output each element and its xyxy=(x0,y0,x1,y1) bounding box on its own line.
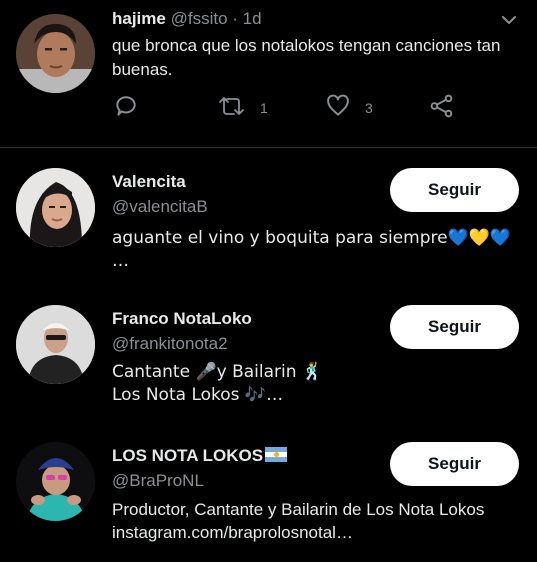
tweet-text: que bronca que los notalokos tengan canc… xyxy=(112,36,501,79)
bio-line: Los Nota Lokos 🎶… xyxy=(112,385,284,405)
timeline: hajime @fssito · 1d que bronca que los n… xyxy=(0,0,537,562)
tweet-author-handle[interactable]: @fssito xyxy=(171,9,228,28)
tweet-header: hajime @fssito · 1d xyxy=(112,9,262,29)
argentina-flag-icon xyxy=(265,447,288,462)
bio-line: aguante el vino y boquita para siempre💙💛… xyxy=(112,228,512,248)
retweet-count: 1 xyxy=(260,100,268,116)
retweet-button[interactable]: 1 xyxy=(218,94,268,122)
follow-button[interactable]: Seguir xyxy=(390,305,519,349)
share-icon xyxy=(429,93,455,124)
user-handle[interactable]: @valencitaB xyxy=(112,197,208,217)
share-button[interactable] xyxy=(429,94,455,122)
follow-button[interactable]: Seguir xyxy=(390,442,519,486)
user-handle[interactable]: @BraProNL xyxy=(112,471,204,491)
tweet-author-avatar[interactable] xyxy=(16,14,95,93)
bio-line: Productor, Cantante y Bailarin de Los No… xyxy=(112,500,485,519)
user-bio: Productor, Cantante y Bailarin de Los No… xyxy=(112,498,492,544)
user-name[interactable]: Valencita xyxy=(112,172,186,192)
bio-line: … xyxy=(112,251,129,271)
reply-button[interactable] xyxy=(113,94,153,122)
user-name[interactable]: Franco NotaLoko xyxy=(112,309,252,329)
avatar[interactable] xyxy=(16,442,95,521)
like-button[interactable]: 3 xyxy=(325,94,373,122)
like-count: 3 xyxy=(365,100,373,116)
separator-dot: · xyxy=(232,9,238,28)
user-name[interactable]: LOS NOTA LOKOS xyxy=(112,446,288,466)
tweet-actions: 1 3 xyxy=(0,94,537,122)
reply-icon xyxy=(113,93,139,124)
suggested-user[interactable]: LOS NOTA LOKOS @BraProNL Productor, Cant… xyxy=(0,422,537,559)
retweet-icon xyxy=(218,93,246,124)
tweet-author-name[interactable]: hajime xyxy=(112,9,166,28)
avatar[interactable] xyxy=(16,168,95,247)
chevron-down-icon[interactable] xyxy=(497,8,521,32)
user-bio: aguante el vino y boquita para siempre💙💛… xyxy=(112,227,512,273)
user-name-text: LOS NOTA LOKOS xyxy=(112,446,264,465)
like-icon xyxy=(325,93,351,124)
bio-line: Cantante 🎤y Bailarin 🕺 xyxy=(112,362,324,382)
tweet-timestamp[interactable]: 1d xyxy=(243,9,262,28)
user-handle[interactable]: @frankitonota2 xyxy=(112,334,228,354)
avatar[interactable] xyxy=(16,305,95,384)
suggested-user[interactable]: Franco NotaLoko @frankitonota2 Cantante … xyxy=(0,285,537,422)
user-bio: Cantante 🎤y Bailarin 🕺 Los Nota Lokos 🎶… xyxy=(112,361,492,407)
tweet[interactable]: hajime @fssito · 1d que bronca que los n… xyxy=(0,0,537,147)
bio-link[interactable]: instagram.com/braprolosnotal… xyxy=(112,521,492,544)
suggested-user[interactable]: Valencita @valencitaB aguante el vino y … xyxy=(0,148,537,285)
follow-button[interactable]: Seguir xyxy=(390,168,519,212)
